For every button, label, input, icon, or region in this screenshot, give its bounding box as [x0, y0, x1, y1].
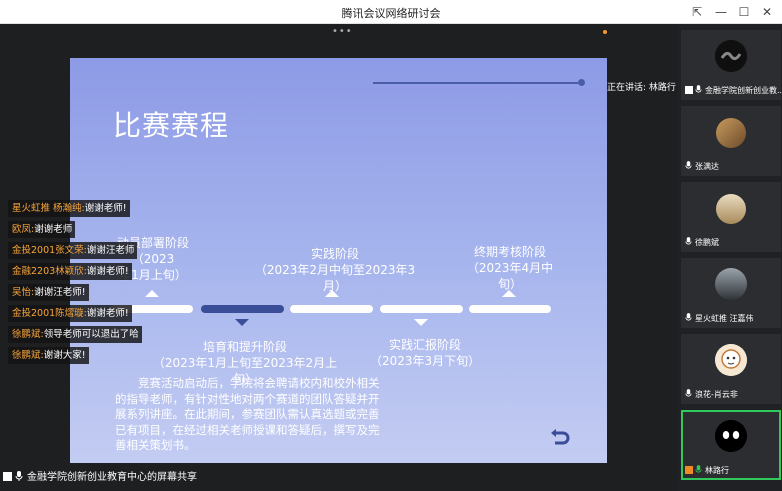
- avatar: [715, 268, 747, 300]
- mic-icon: [685, 313, 692, 321]
- participant-tile[interactable]: 金融学院创新创业教...: [681, 30, 782, 100]
- chat-message: 金投2001张文荣:谢谢汪老师: [8, 242, 138, 259]
- participant-tile[interactable]: 星火虹推 汪嘉伟: [681, 258, 781, 328]
- participant-name: 林路行: [705, 466, 729, 475]
- speaking-indicator: 正在讲话: 林路行: [607, 83, 676, 93]
- window-title: 腾讯会议网络研讨会: [341, 7, 441, 20]
- slide-decor-line: [373, 82, 578, 84]
- screen-share-icon: [715, 40, 747, 72]
- slide-decor-dot: [578, 79, 585, 86]
- slide-description: 竞赛活动启动后，学院将会聘请校内和校外相关的指导老师，有针对性地对两个赛道的团队…: [115, 376, 380, 452]
- panda-avatar-icon: [715, 420, 747, 452]
- mic-icon: [685, 389, 692, 397]
- share-badge-icon: [685, 86, 693, 94]
- timeline-marker-up: [145, 290, 159, 297]
- mic-icon: [695, 85, 702, 93]
- mic-icon: [15, 471, 23, 481]
- host-badge-icon: [685, 466, 693, 474]
- recording-dot-icon: [603, 30, 607, 34]
- participant-name: 浪花-肖云非: [695, 390, 738, 399]
- return-arrow-icon: [551, 429, 570, 445]
- shared-slide: 比赛赛程 动员部署阶段（2023 年1月上旬） 实践阶段 （2023年2月中旬至…: [70, 58, 607, 463]
- phase-final-assessment: 终期考核阶段 （2023年4月中旬）: [466, 245, 554, 291]
- participant-tile[interactable]: 浪花-肖云非: [681, 334, 781, 404]
- participant-name: 徐鹏斌: [695, 238, 719, 247]
- minimize-icon[interactable]: —: [712, 3, 730, 21]
- avatar: [716, 194, 746, 224]
- mic-icon: [685, 237, 692, 245]
- chat-message: 金投2001陈熠璇:谢谢老师!: [8, 305, 132, 322]
- mic-active-icon: [695, 465, 702, 473]
- screen-share-label: 金融学院创新创业教育中心的屏幕共享: [3, 470, 197, 486]
- chat-message: 金融2203林颖欣:谢谢老师!: [8, 263, 132, 280]
- screen-share-icon: [3, 472, 12, 481]
- participant-name: 金融学院创新创业教...: [705, 86, 782, 95]
- timeline-bar: [380, 305, 463, 313]
- mic-icon: [685, 161, 692, 169]
- participant-tile-active[interactable]: 林路行: [681, 410, 781, 480]
- participant-tile[interactable]: 张满达: [681, 106, 781, 176]
- chat-message: 星火虹推 杨瀚纯:谢谢老师!: [8, 200, 130, 217]
- timeline-bar-active: [201, 305, 284, 313]
- avatar: [715, 344, 747, 376]
- participant-name: 星火虹推 汪嘉伟: [695, 314, 754, 323]
- participant-name: 张满达: [695, 162, 719, 171]
- participants-panel: 金融学院创新创业教... 张满达 徐鹏斌 星火虹推 汪嘉伟 浪花-肖云非 林路行: [678, 24, 782, 491]
- phase-report: 实践汇报阶段 （2023年3月下旬）: [370, 338, 481, 368]
- close-icon[interactable]: ✕: [758, 3, 776, 21]
- chat-message: 吴怡:谢谢汪老师!: [8, 284, 89, 301]
- participant-tile[interactable]: 徐鹏斌: [681, 182, 781, 252]
- maximize-icon[interactable]: ☐: [735, 3, 753, 21]
- timeline-marker-down: [235, 319, 249, 326]
- chat-message: 徐鹏斌:领导老师可以退出了哈: [8, 326, 142, 343]
- slide-title: 比赛赛程: [113, 109, 230, 142]
- chat-message: 欧凤:谢谢老师: [8, 221, 76, 238]
- phase-practice: 实践阶段 （2023年2月中旬至2023年3月）: [254, 247, 416, 293]
- timeline-marker-down: [414, 319, 428, 326]
- video-stage: ••• 比赛赛程 动员部署阶段（2023 年1月上旬） 实践阶段 （2023年2…: [0, 24, 678, 491]
- more-options-icon[interactable]: •••: [332, 26, 353, 37]
- chat-message: 徐鹏斌:谢谢大家!: [8, 347, 89, 364]
- title-bar: 腾讯会议网络研讨会 ⇱ — ☐ ✕: [0, 0, 782, 24]
- timeline-bar: [469, 305, 551, 313]
- timeline-bar: [290, 305, 373, 313]
- pin-window-icon[interactable]: ⇱: [688, 3, 706, 21]
- avatar: [716, 118, 746, 148]
